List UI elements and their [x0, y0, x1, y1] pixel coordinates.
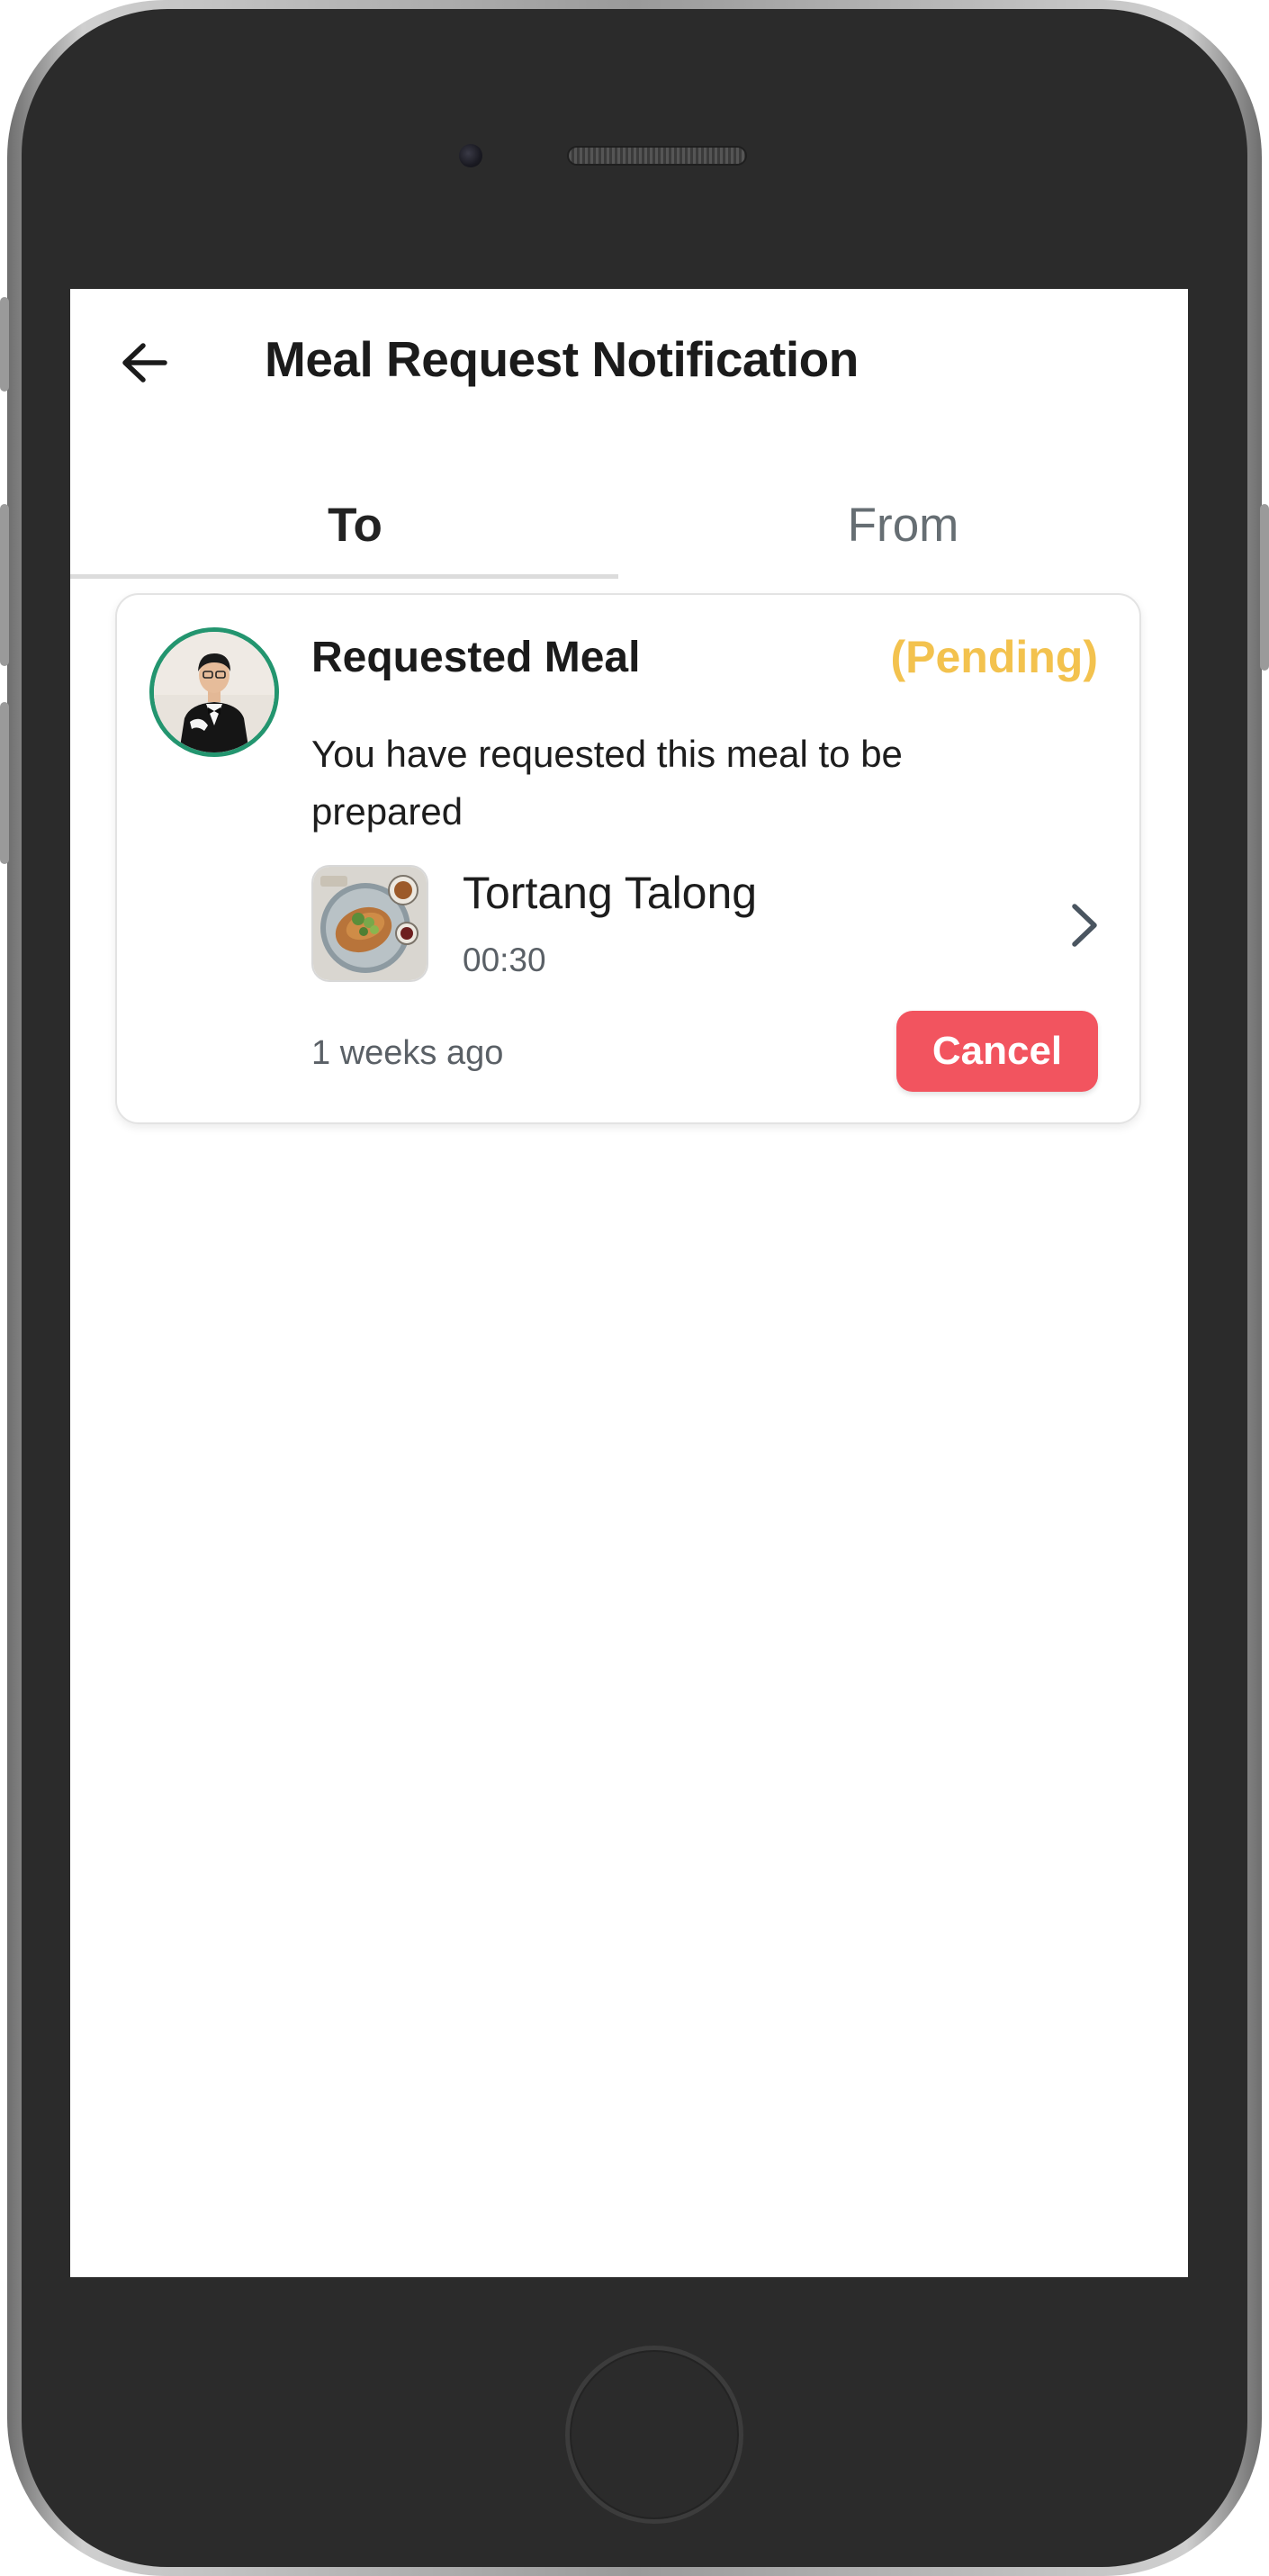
cancel-button[interactable]: Cancel — [896, 1011, 1098, 1092]
person-avatar-icon — [154, 632, 274, 752]
status-badge: (Pending) — [890, 632, 1098, 682]
tab-to[interactable]: To — [81, 469, 629, 581]
notification-timestamp: 1 weeks ago — [311, 1034, 504, 1072]
food-plate-icon — [313, 867, 427, 980]
tab-bar: To From — [81, 469, 1177, 581]
side-button-volume-up — [0, 504, 9, 666]
front-camera-icon — [459, 144, 482, 167]
side-button-power — [1260, 504, 1269, 671]
app-header: Meal Request Notification — [70, 289, 1188, 442]
notification-message: You have requested this meal to be prepa… — [311, 733, 903, 833]
meal-item[interactable]: Tortang Talong 00:30 — [311, 865, 1107, 986]
home-button[interactable] — [565, 2346, 743, 2524]
chevron-right-icon[interactable] — [1066, 901, 1102, 950]
page-title: Meal Request Notification — [265, 331, 859, 387]
side-button-volume-down — [0, 702, 9, 864]
user-avatar[interactable] — [149, 627, 279, 757]
app-screen: Meal Request Notification To From Reques… — [70, 289, 1188, 2277]
meal-name: Tortang Talong — [463, 868, 758, 918]
tab-active-indicator — [70, 574, 618, 579]
arrow-left-icon[interactable] — [120, 338, 168, 387]
side-button-mute — [0, 297, 9, 392]
notification-card: Requested Meal (Pending) You have reques… — [115, 593, 1141, 1124]
notification-title: Requested Meal — [311, 634, 641, 681]
tab-from[interactable]: From — [629, 469, 1177, 581]
speaker-grille — [567, 146, 747, 166]
meal-thumbnail — [311, 865, 428, 982]
meal-time: 00:30 — [463, 941, 546, 978]
